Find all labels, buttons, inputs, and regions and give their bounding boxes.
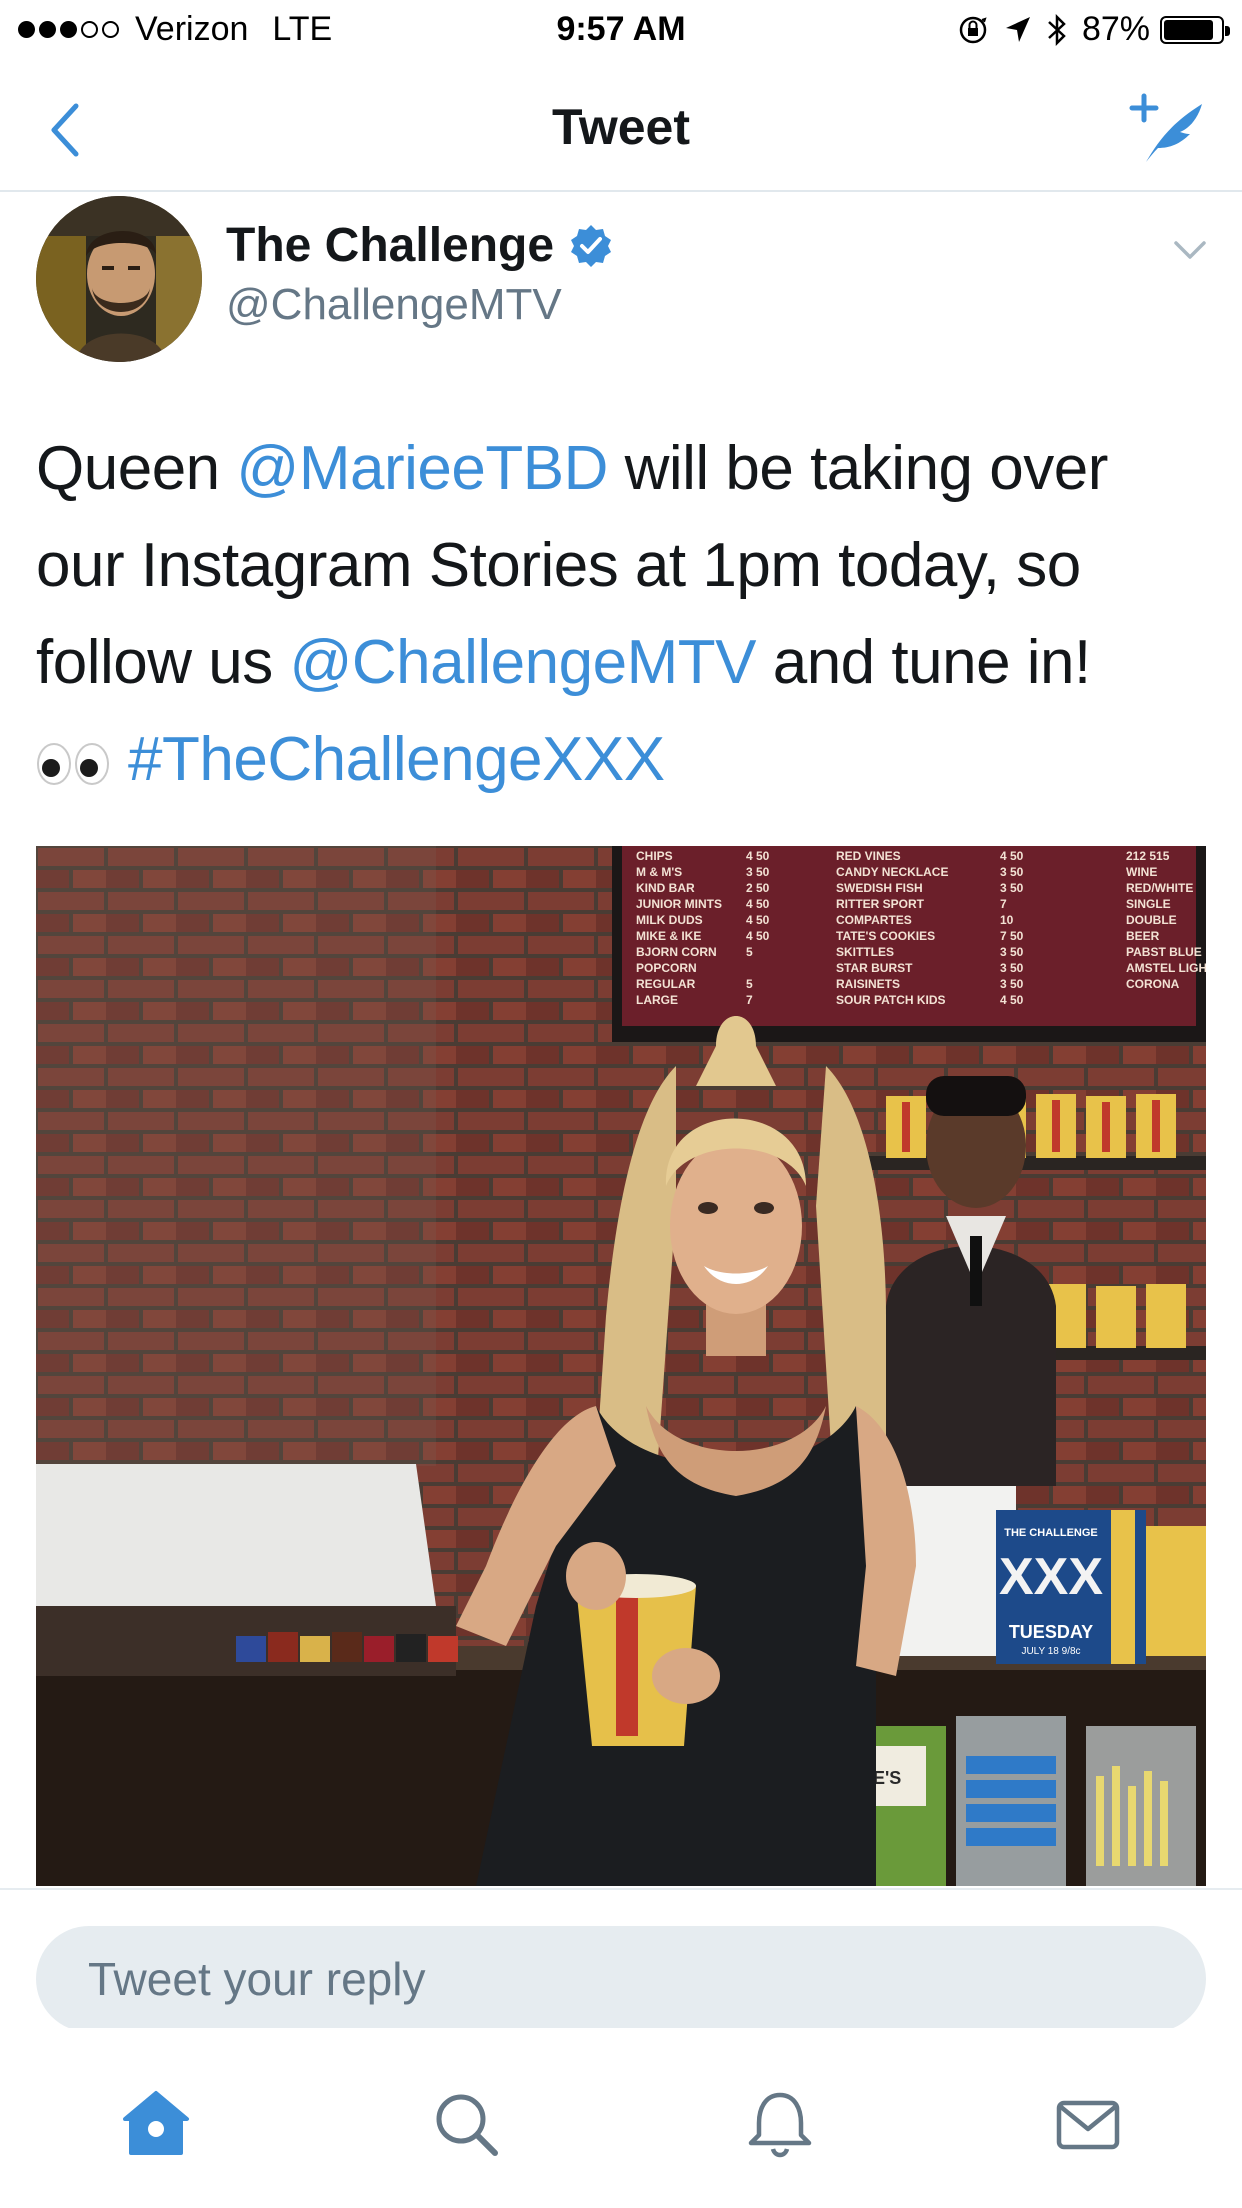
messages-icon[interactable] [1048,2084,1128,2164]
mention-link[interactable]: @MarieeTBD [236,434,608,503]
menu-item: WINE [1126,865,1157,879]
mention-link[interactable]: @ChallengeMTV [289,628,756,697]
orientation-lock-icon [956,13,990,47]
author-handle[interactable]: @ChallengeMTV [226,280,562,330]
menu-price: 3 50 [1000,881,1024,895]
hashtag-link[interactable]: #TheChallengeXXX [128,725,665,794]
menu-price: 7 [1000,897,1007,911]
menu-price: 3 50 [746,865,770,879]
menu-price: 4 50 [1000,849,1024,863]
menu-price: 7 50 [1000,929,1024,943]
menu-item: LARGE [636,993,678,1007]
tweet-text-segment: will be taking over [607,434,1109,503]
chevron-down-icon[interactable] [1170,230,1210,270]
menu-price: 3 50 [1000,977,1024,991]
menu-item: REGULAR [636,977,696,991]
menu-price: 2 50 [746,881,770,895]
menu-item: BEER [1126,929,1160,943]
menu-item: SKITTLES [836,945,894,959]
menu-item: JUNIOR MINTS [636,897,722,911]
menu-item: CHIPS [636,849,673,863]
tweet-line-3: follow us @ChallengeMTV and tune in! [36,614,1216,711]
menu-item: KIND BAR [636,881,695,895]
menu-item: RED/WHITE [1126,881,1193,895]
menu-item: RITTER SPORT [836,897,925,911]
tweet-line-4: #TheChallengeXXX [36,711,1216,808]
menu-price: 3 50 [1000,961,1024,975]
menu-price: 4 50 [746,849,770,863]
menu-item: MIKE & IKE [636,929,701,943]
menu-item: AMSTEL LIGHT [1126,961,1206,975]
eyes-emoji-icon [37,742,109,785]
menu-item: DOUBLE [1126,913,1177,927]
menu-item: CANDY NECKLACE [836,865,948,879]
tweet-line-1: Queen @MarieeTBD will be taking over [36,420,1216,517]
menu-item: TATE'S COOKIES [836,929,935,943]
status-right: 87% [942,10,1230,49]
menu-item: COMPARTES [836,913,912,927]
sign-top-label: THE CHALLENGE [1004,1527,1098,1539]
tweet-text-segment: Queen [36,434,237,503]
notifications-icon[interactable] [740,2084,820,2164]
tweet-text: Queen @MarieeTBD will be taking over our… [36,420,1216,808]
status-bar: Verizon LTE 9:57 AM 87% [0,0,1242,62]
tweet-text-segment: follow us [36,628,290,697]
home-icon[interactable] [116,2084,196,2164]
sign-time-label: JULY 18 9/8c [1021,1646,1080,1657]
menu-item: SOUR PATCH KIDS [836,993,946,1007]
tweet-photo[interactable]: CHIPS 4 50 M & M'S 3 50 KIND BAR 2 50 JUNIOR M… [36,846,1206,1886]
menu-price: 3 50 [1000,865,1024,879]
menu-item: M & M'S [636,865,682,879]
menu-price: 5 [746,977,753,991]
sign-main-label: XXX [999,1548,1103,1606]
menu-item: POPCORN [636,961,697,975]
verified-badge-icon [571,224,612,267]
menu-item: CORONA [1126,977,1180,991]
menu-item: SWEDISH FISH [836,881,923,895]
compose-tweet-icon[interactable] [1128,90,1208,166]
author-name[interactable]: The Challenge [226,218,614,273]
menu-price: 10 [1000,913,1014,927]
menu-item: STAR BURST [836,961,913,975]
avatar[interactable] [36,196,202,362]
challenge-xxx-sign: THE CHALLENGE XXX TUESDAY JULY 18 9/8c [996,1510,1146,1664]
menu-price: 5 [746,945,753,959]
tweet-text-segment: and tune in! [755,628,1092,697]
bluetooth-icon [1046,12,1068,48]
author-name-label: The Challenge [226,219,555,272]
reply-input[interactable]: Tweet your reply [36,1926,1206,2032]
menu-price: 4 50 [746,929,770,943]
menu-price: 7 [746,993,753,1007]
menu-item: MILK DUDS [636,913,703,927]
location-arrow-icon [1004,15,1032,45]
menu-item: 212 515 [1126,849,1170,863]
tab-bar [0,2028,1242,2208]
navigation-bar: Tweet [0,62,1242,192]
reply-bar: Tweet your reply [0,1888,1242,2032]
menu-price: 3 50 [1000,945,1024,959]
menu-item: RED VINES [836,849,901,863]
menu-item: SINGLE [1126,897,1171,911]
search-icon[interactable] [426,2084,506,2164]
tweet-line-2: our Instagram Stories at 1pm today, so [36,531,1081,600]
menu-item: RAISINETS [836,977,900,991]
menu-item: BJORN CORN [636,945,717,959]
page-title: Tweet [552,99,690,155]
menu-price: 4 50 [746,913,770,927]
menu-item: PABST BLUE [1126,945,1202,959]
menu-price: 4 50 [1000,993,1024,1007]
sign-day-label: TUESDAY [1009,1622,1093,1642]
battery-percent: 87% [1081,10,1150,48]
battery-icon [1160,15,1230,44]
menu-price: 4 50 [746,897,770,911]
